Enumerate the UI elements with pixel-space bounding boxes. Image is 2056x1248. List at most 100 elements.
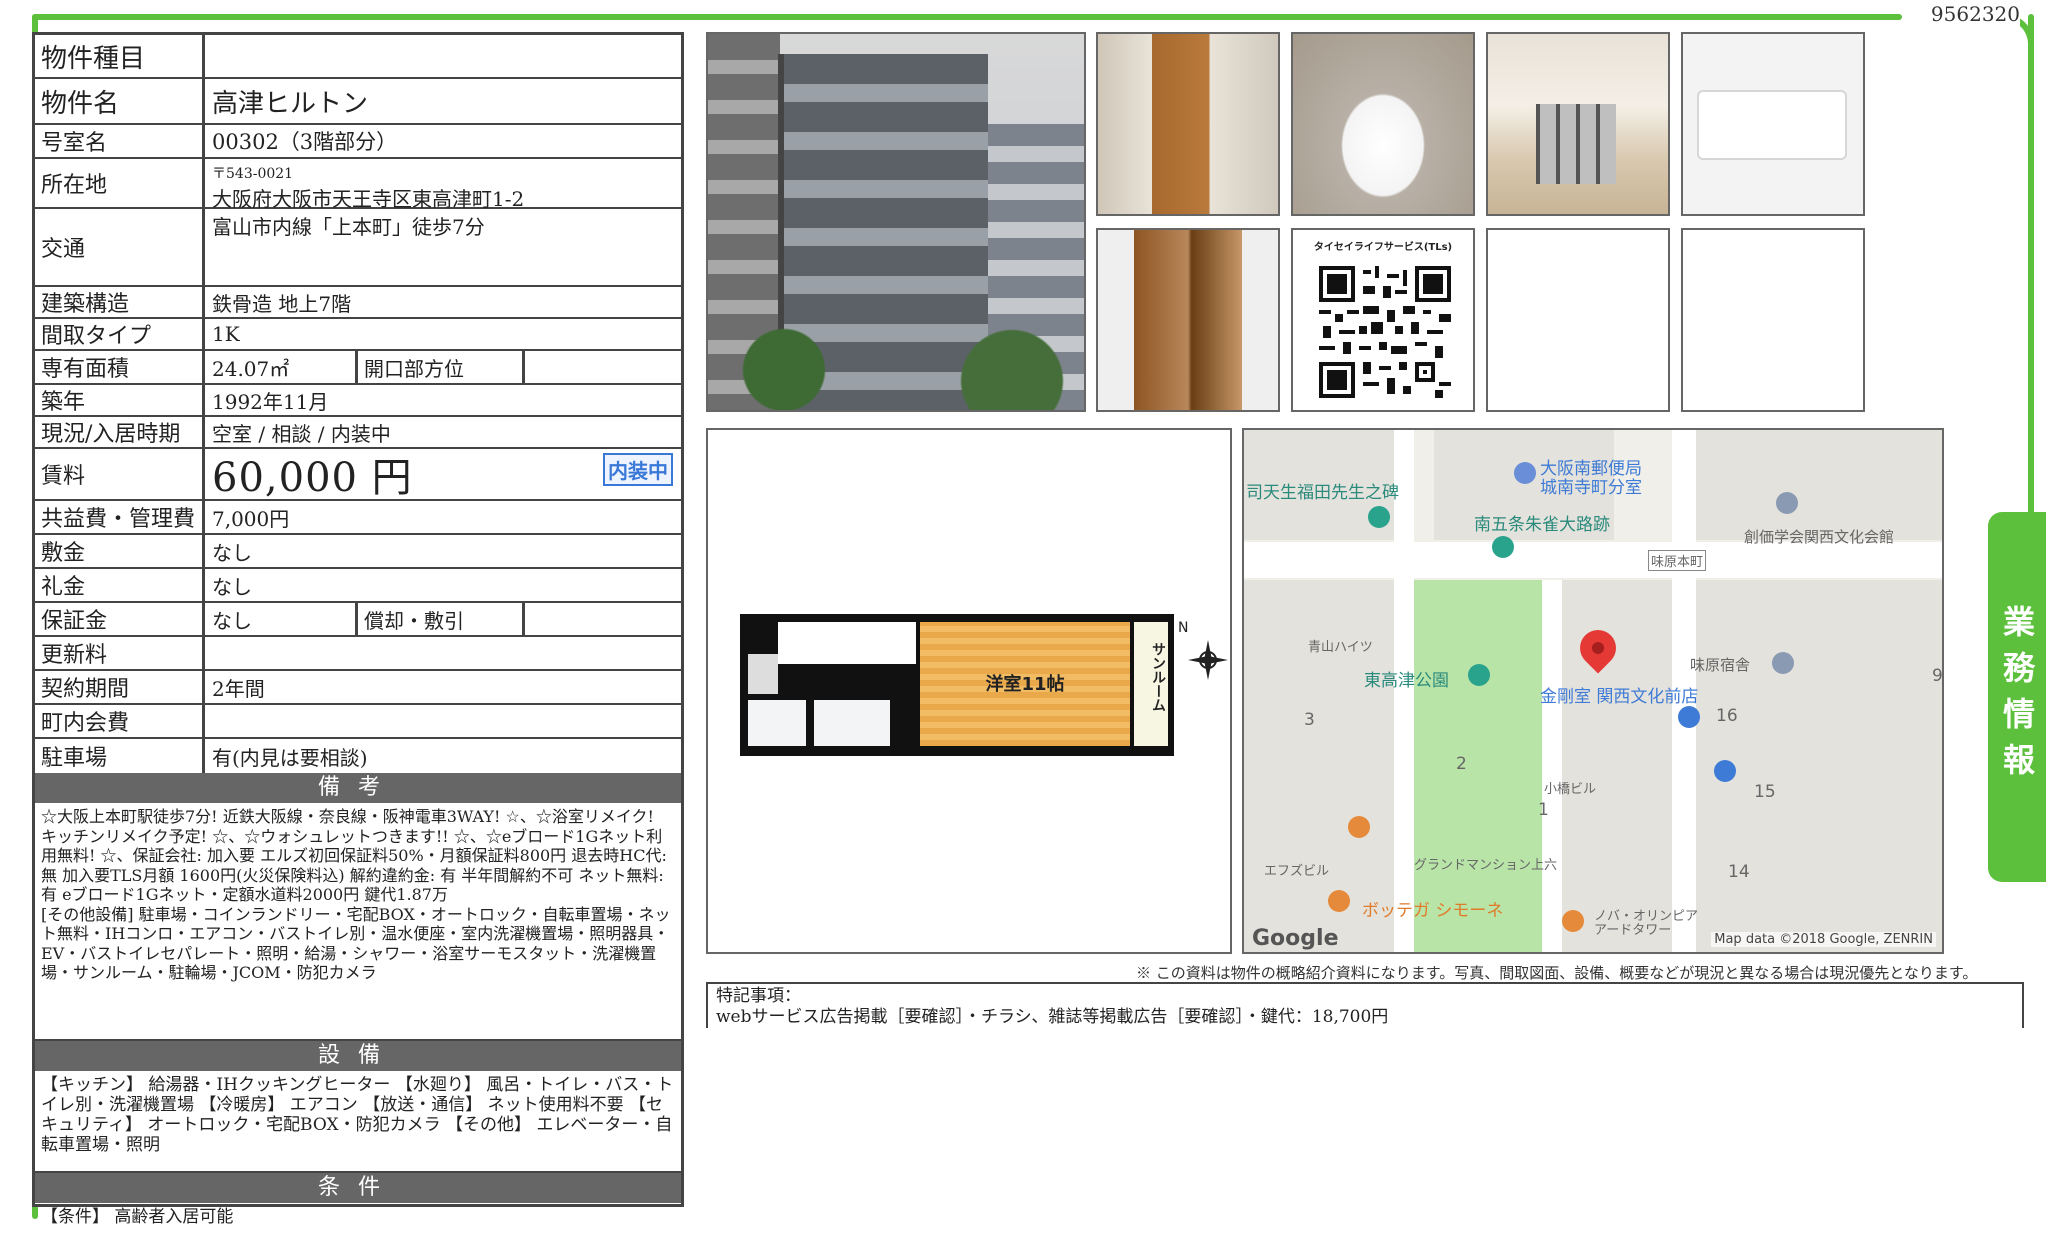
status-value: 空室 / 相談 / 内装中 (212, 421, 391, 446)
direction-label: 開口部方位 (355, 351, 525, 383)
transport-value: 富山市内線「上本町」徒歩7分 (212, 215, 485, 239)
row-parking: 駐車場 有(内見は要相談) (35, 739, 681, 773)
frame-top-border (32, 14, 1902, 20)
row-type: 物件種目 (35, 35, 681, 79)
renewal-label: 更新料 (35, 637, 205, 669)
layout-value: 1K (212, 322, 240, 346)
map-label-monument: 司天生福田先生之碑 (1246, 483, 1399, 503)
map-label-suzaku: 南五条朱雀大路跡 (1474, 515, 1610, 535)
monument-icon (1368, 506, 1390, 528)
qr-code-icon (1319, 266, 1451, 398)
row-transport: 交通 富山市内線「上本町」徒歩7分 (35, 209, 681, 287)
row-area: 専有面積 24.07㎡ 開口部方位 (35, 351, 681, 385)
western-room-label: 洋室11帖 (985, 674, 1065, 695)
row-keymoney: 礼金 なし (35, 569, 681, 603)
name-label: 物件名 (35, 79, 205, 123)
layout-label: 間取タイプ (35, 319, 205, 349)
location-map[interactable]: 大阪南郵便局 城南寺町分室 司天生福田先生之碑 南五条朱雀大路跡 創価学会関西文… (1242, 428, 1944, 954)
map-block-number: 15 (1754, 782, 1776, 802)
row-rent: 賃料 60,000 円 内装中 (35, 449, 681, 501)
restaurant-icon (1562, 910, 1584, 932)
empty-photo-slot-2 (1681, 228, 1865, 412)
special-notes-title: 特記事項： (716, 986, 801, 1006)
post-office-icon (1514, 462, 1536, 484)
structure-label: 建築構造 (35, 287, 205, 317)
park-icon (1468, 664, 1490, 686)
toilet-area (748, 700, 806, 746)
remarks-header: 備考 (35, 773, 681, 803)
remarks-body: ☆大阪上本町駅徒歩7分! 近鉄大阪線・奈良線・阪神電車3WAY! ☆、☆浴室リメ… (35, 803, 681, 1041)
frame-right-border (2028, 14, 2034, 524)
room-interior-photo[interactable] (1486, 32, 1670, 216)
map-road-vertical (1394, 430, 1414, 952)
remarks-other-equipment: [その他設備] 駐車場・コインランドリー・宅配BOX・オートロック・自転車置場・… (41, 904, 671, 983)
fee-value: 7,000円 (212, 506, 290, 531)
remarks-text: ☆大阪上本町駅徒歩7分! 近鉄大阪線・奈良線・阪神電車3WAY! ☆、☆浴室リメ… (41, 807, 667, 905)
floorplan-panel[interactable]: 洋室11帖 サンルーム N (706, 428, 1232, 954)
window (1536, 104, 1616, 184)
row-fee: 共益費・管理費 7,000円 (35, 501, 681, 535)
bath-area (814, 700, 890, 746)
suzaku-icon (1492, 536, 1514, 558)
row-name: 物件名 高津ヒルトン (35, 79, 681, 125)
address-zip: 〒543-0021 (212, 166, 294, 182)
fee-label: 共益費・管理費 (35, 501, 205, 533)
structure-value: 鉄骨造 地上7階 (212, 291, 352, 316)
map-label-post-office: 大阪南郵便局 城南寺町分室 (1540, 459, 1642, 498)
air-conditioner-photo[interactable] (1681, 32, 1865, 216)
toilet-photo[interactable] (1291, 32, 1475, 216)
empty-photo-slot-1 (1486, 228, 1670, 412)
row-room: 号室名 00302（3階部分） (35, 125, 681, 159)
row-address: 所在地 〒543-0021 大阪府大阪市天王寺区東高津町1-2 (35, 159, 681, 211)
address-label: 所在地 (35, 159, 205, 207)
equipment-header: 設備 (35, 1041, 681, 1071)
mihara-inn-icon (1772, 652, 1794, 674)
building-exterior-photo[interactable] (706, 32, 1086, 412)
map-label-park: 東高津公園 (1364, 671, 1449, 691)
parking-value: 有(内見は要相談) (212, 745, 368, 770)
map-label-aoyama: 青山ハイツ (1308, 640, 1373, 655)
special-notes-box: 特記事項： webサービス広告掲載［要確認］・チラシ、雑誌等掲載広告［要確認］・… (706, 982, 2024, 1028)
google-logo: Google (1252, 926, 1339, 951)
entrance-photo[interactable] (1096, 32, 1280, 216)
qr-code-panel[interactable]: タイセイライフサービス(TLs) (1291, 228, 1475, 412)
map-block-number: 16 (1716, 706, 1738, 726)
map-label-mihara-station: 味原本町 (1648, 550, 1707, 571)
map-label-noba: ノバ・オリンピア アードタワー (1594, 909, 1699, 939)
built-value: 1992年11月 (212, 389, 329, 414)
keymoney-value: なし (212, 574, 252, 599)
room-label: 号室名 (35, 125, 205, 157)
status-label: 現況/入居時期 (35, 417, 205, 447)
cafe-icon (1348, 816, 1370, 838)
kitchen-area (778, 622, 916, 664)
parking-label: 駐車場 (35, 739, 205, 773)
shop-icon (1714, 760, 1736, 782)
name-value: 高津ヒルトン (212, 88, 369, 119)
community-value (206, 705, 681, 737)
business-info-tab[interactable]: 業務情報 (1988, 512, 2046, 882)
disclaimer-text: ※ この資料は物件の概略紹介資料になります。写真、間取図面、設備、概要などが現況… (1136, 964, 1978, 982)
conditions-header: 条件 (35, 1173, 681, 1203)
row-deposit: 敷金 なし (35, 535, 681, 569)
sunroom: サンルーム (1134, 622, 1168, 746)
renovating-badge: 内装中 (603, 453, 673, 486)
deposit-label: 敷金 (35, 535, 205, 567)
map-block-number: 14 (1728, 862, 1750, 882)
map-attribution: Map data ©2018 Google, ZENRIN (1711, 932, 1936, 947)
row-renewal: 更新料 (35, 637, 681, 671)
street-trees (708, 304, 1084, 410)
transport-label: 交通 (35, 209, 205, 285)
contract-value: 2年間 (212, 676, 265, 701)
row-structure: 建築構造 鉄骨造 地上7階 (35, 287, 681, 319)
map-block (1562, 580, 1672, 952)
floorplan-walls: 洋室11帖 サンルーム (740, 614, 1174, 756)
closet-photo[interactable] (1096, 228, 1280, 412)
sunroom-label: サンルーム (1150, 642, 1166, 712)
row-community: 町内会費 (35, 705, 681, 739)
renewal-value (206, 637, 681, 669)
map-label-efbuild: エフズビル (1264, 864, 1330, 879)
special-notes-text: webサービス広告掲載［要確認］・チラシ、雑誌等掲載広告［要確認］・鍵代：18,… (716, 1007, 1389, 1028)
row-layout: 間取タイプ 1K (35, 319, 681, 351)
map-road-horizontal (1244, 542, 1942, 578)
row-guarantee: 保証金 なし 償却・敷引 (35, 603, 681, 637)
